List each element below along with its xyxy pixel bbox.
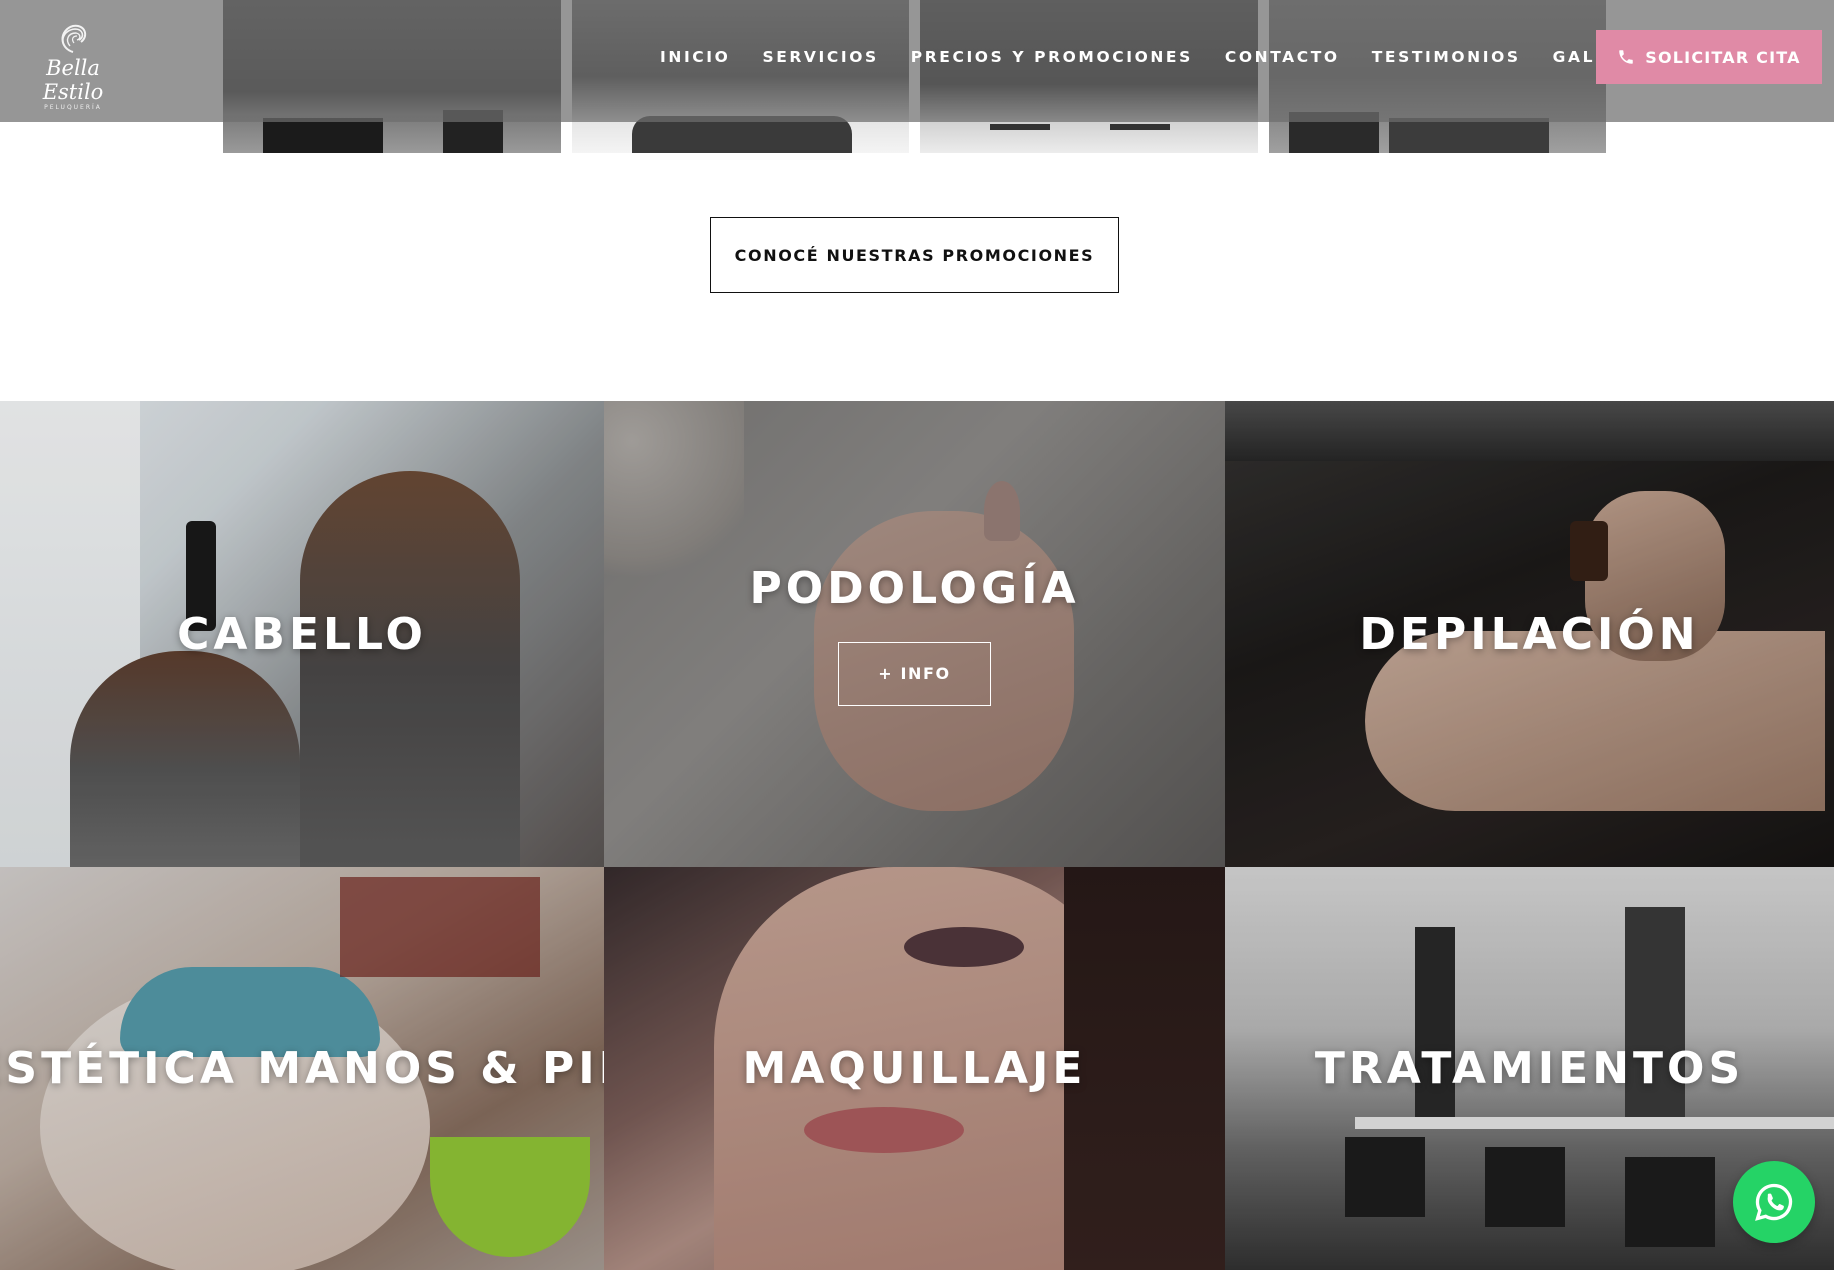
services-grid: CABELLO PODOLOGÍA + INFO DEPILACIÓN ESTÉ… bbox=[0, 401, 1834, 1270]
site-header: Bella Estilo PELUQUERÍA INICIO SERVICIOS… bbox=[0, 0, 1834, 122]
solicitar-cita-label: SOLICITAR CITA bbox=[1645, 47, 1801, 67]
nav-item-contacto[interactable]: CONTACTO bbox=[1225, 48, 1340, 66]
whatsapp-icon bbox=[1755, 1183, 1793, 1221]
service-title: CABELLO bbox=[177, 608, 427, 660]
logo-mark-icon bbox=[53, 22, 93, 56]
service-title: DEPILACIÓN bbox=[1359, 608, 1700, 660]
service-tile-estetica[interactable]: ESTÉTICA MANOS & PIE bbox=[0, 867, 604, 1270]
service-tile-depilacion[interactable]: DEPILACIÓN bbox=[1225, 401, 1834, 867]
service-tile-podologia[interactable]: PODOLOGÍA + INFO bbox=[604, 401, 1225, 867]
nav-item-testimonios[interactable]: TESTIMONIOS bbox=[1372, 48, 1521, 66]
nav-item-precios-y-promociones[interactable]: PRECIOS Y PROMOCIONES bbox=[911, 48, 1193, 66]
nav-item-servicios[interactable]: SERVICIOS bbox=[762, 48, 878, 66]
logo-wordmark: Bella Estilo bbox=[42, 56, 104, 104]
whatsapp-button[interactable] bbox=[1733, 1161, 1815, 1243]
site-logo[interactable]: Bella Estilo PELUQUERÍA bbox=[22, 22, 124, 111]
service-title: ESTÉTICA MANOS & PIE bbox=[0, 1043, 604, 1094]
service-title: TRATAMIENTOS bbox=[1314, 1043, 1745, 1094]
promociones-button[interactable]: CONOCÉ NUESTRAS PROMOCIONES bbox=[710, 217, 1119, 293]
service-tile-cabello[interactable]: CABELLO bbox=[0, 401, 604, 867]
phone-icon bbox=[1619, 50, 1634, 64]
solicitar-cita-button[interactable]: SOLICITAR CITA bbox=[1596, 30, 1822, 84]
service-tile-maquillaje[interactable]: MAQUILLAJE bbox=[604, 867, 1225, 1270]
page: Bella Estilo PELUQUERÍA INICIO SERVICIOS… bbox=[0, 0, 1834, 1270]
nav-item-inicio[interactable]: INICIO bbox=[660, 48, 730, 66]
logo-tagline: PELUQUERÍA bbox=[44, 104, 102, 111]
service-title: PODOLOGÍA bbox=[749, 562, 1080, 614]
info-button[interactable]: + INFO bbox=[838, 641, 991, 706]
service-title: MAQUILLAJE bbox=[742, 1043, 1087, 1094]
main-nav: INICIO SERVICIOS PRECIOS Y PROMOCIONES C… bbox=[660, 0, 1678, 114]
